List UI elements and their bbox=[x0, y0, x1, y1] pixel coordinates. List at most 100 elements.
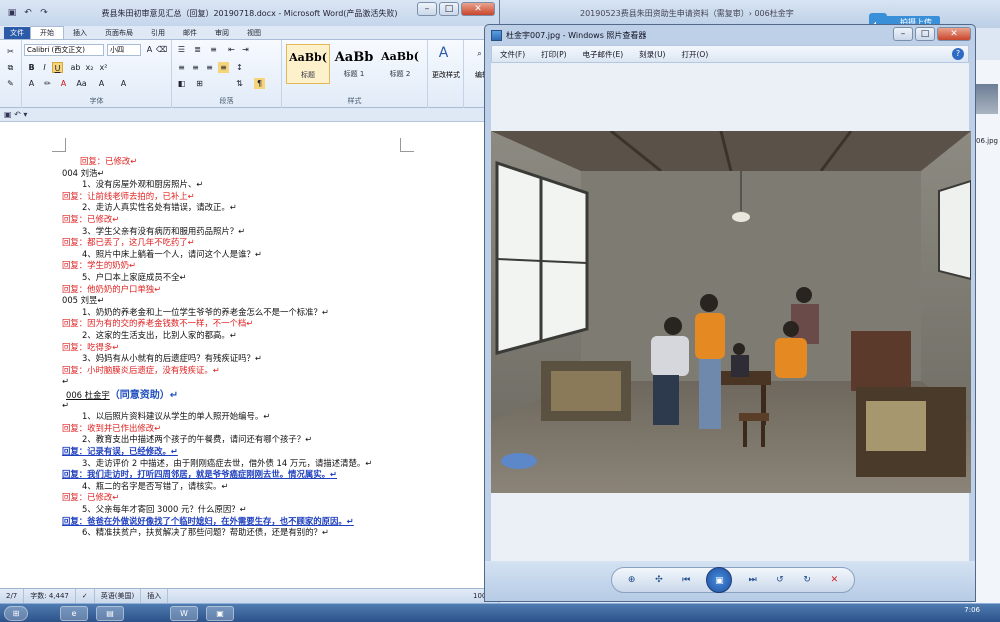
student-name: 006 杜金宇 bbox=[66, 390, 110, 400]
document-line: 1、以后照片资料建议从学生的单人照开始编号。↵ bbox=[82, 411, 271, 422]
style-title[interactable]: AaBb( 标题 bbox=[286, 44, 330, 84]
document-line: 4、照片中床上躺着一个人，请问这个人是谁？↵ bbox=[82, 248, 262, 259]
insert-mode[interactable]: 插入 bbox=[141, 589, 169, 603]
change-styles-icon[interactable]: A bbox=[438, 46, 449, 60]
bold-button[interactable]: B bbox=[26, 62, 37, 73]
viewer-close-button[interactable]: ✕ bbox=[937, 27, 971, 41]
redo-icon[interactable]: ↷ bbox=[38, 7, 50, 19]
font-size-select[interactable]: 小四 bbox=[107, 44, 141, 56]
decrease-indent-icon[interactable]: ⇤ bbox=[226, 44, 237, 55]
justify-icon[interactable]: ≡ bbox=[218, 62, 229, 73]
shading-icon[interactable]: ◧ bbox=[176, 78, 187, 89]
viewer-controls: ⊕ ✣ ⏮ ▣ ⏭ ↺ ↻ ✕ bbox=[485, 561, 975, 601]
tab-mailings[interactable]: 邮件 bbox=[174, 27, 206, 39]
line-spacing-icon[interactable]: ↕ bbox=[234, 62, 245, 73]
taskbar-explorer-icon[interactable]: ▤ bbox=[96, 606, 124, 621]
borders-icon[interactable]: ⊞ bbox=[194, 78, 205, 89]
save-icon[interactable]: ▣ bbox=[6, 7, 18, 19]
menu-email[interactable]: 电子邮件(E) bbox=[575, 49, 632, 60]
photo-viewer-icon bbox=[491, 29, 502, 41]
strikethrough-icon[interactable]: ab bbox=[70, 62, 81, 73]
rotate-ccw-icon[interactable]: ↺ bbox=[773, 573, 787, 587]
menu-file[interactable]: 文件(F) bbox=[492, 49, 533, 60]
font-name-select[interactable]: Calibri (西文正文) bbox=[24, 44, 104, 56]
highlight-icon[interactable]: ✏ bbox=[42, 78, 53, 89]
tab-page-layout[interactable]: 页面布局 bbox=[96, 27, 142, 39]
cut-icon[interactable]: ✂ bbox=[5, 46, 16, 57]
tab-insert[interactable]: 插入 bbox=[64, 27, 96, 39]
sort-icon[interactable]: ⇅ bbox=[234, 78, 245, 89]
taskbar-word-icon[interactable]: W bbox=[170, 606, 198, 621]
italic-button[interactable]: I bbox=[39, 62, 50, 73]
multilevel-list-icon[interactable]: ≡ bbox=[208, 44, 219, 55]
slideshow-icon[interactable]: ▣ bbox=[706, 567, 733, 593]
clear-format-icon[interactable]: ⌫ bbox=[156, 44, 167, 55]
viewer-title: 杜金宇007.jpg - Windows 照片查看器 bbox=[506, 30, 647, 40]
bullets-icon[interactable]: ☰ bbox=[176, 44, 187, 55]
copy-icon[interactable]: ⧉ bbox=[5, 62, 16, 73]
menu-print[interactable]: 打印(P) bbox=[533, 49, 574, 60]
tab-home[interactable]: 开始 bbox=[30, 26, 64, 39]
taskbar-clock[interactable]: 7:06 bbox=[964, 606, 980, 614]
help-icon[interactable]: ? bbox=[952, 48, 964, 60]
change-styles-label[interactable]: 更改样式 bbox=[428, 70, 464, 80]
tab-file[interactable]: 文件 bbox=[4, 27, 30, 39]
prev-icon[interactable]: ⏮ bbox=[679, 573, 693, 587]
style-heading-2[interactable]: AaBb( 标题 2 bbox=[378, 44, 422, 84]
change-case-icon[interactable]: Aa bbox=[76, 78, 87, 89]
increase-indent-icon[interactable]: ⇥ bbox=[240, 44, 251, 55]
tab-review[interactable]: 审阅 bbox=[206, 27, 238, 39]
document-page[interactable]: 回复：已修改↵ 004 刘浩↵ 1、没有房屋外观和厨房照片、↵ 回复：让前线老师去拍的… bbox=[0, 122, 500, 588]
document-line: 回复：已修改↵ bbox=[80, 156, 138, 166]
font-color-icon[interactable]: A bbox=[58, 78, 69, 89]
file-thumbnail[interactable] bbox=[974, 84, 998, 114]
numbering-icon[interactable]: ≣ bbox=[192, 44, 203, 55]
next-icon[interactable]: ⏭ bbox=[746, 573, 760, 587]
align-center-icon[interactable]: ≡ bbox=[190, 62, 201, 73]
taskbar-photo-icon[interactable]: ▣ bbox=[206, 606, 234, 621]
document-line: 回复：记录有误，已经修改。↵ bbox=[62, 446, 178, 456]
format-painter-icon[interactable]: ✎ bbox=[5, 78, 16, 89]
taskbar-ie-icon[interactable]: e bbox=[60, 606, 88, 621]
dropdown-icon[interactable]: ▾ bbox=[23, 110, 27, 119]
underline-button[interactable]: U bbox=[52, 62, 63, 73]
style-heading-1[interactable]: AaBb 标题 1 bbox=[332, 44, 376, 84]
maximize-button[interactable]: □ bbox=[439, 2, 459, 16]
grow-font-icon[interactable]: A bbox=[144, 44, 155, 55]
minimize-button[interactable]: – bbox=[417, 2, 437, 16]
document-line: ↵ bbox=[62, 376, 70, 387]
viewer-maximize-button[interactable]: □ bbox=[915, 27, 935, 41]
align-left-icon[interactable]: ≡ bbox=[176, 62, 187, 73]
clipboard-group: ✂ ⧉ ✎ bbox=[0, 40, 22, 108]
save-icon-small[interactable]: ▣ bbox=[4, 110, 12, 119]
document-line: 回复：爸爸在外做说好像找了个临时媳妇，在外需要生存，也不顾家的原因。↵ bbox=[62, 515, 354, 526]
char-border-icon[interactable]: A bbox=[118, 78, 129, 89]
document-line: 3、妈妈有从小就有的后遗症吗？有残疾证吗？↵ bbox=[82, 353, 262, 364]
page-indicator[interactable]: 2/7 bbox=[0, 589, 25, 603]
font-group: Calibri (西文正文) 小四 A ⌫ B I U ab x₂ x² A ✏… bbox=[22, 40, 172, 108]
tab-references[interactable]: 引用 bbox=[142, 27, 174, 39]
undo-icon[interactable]: ↶ bbox=[22, 7, 34, 19]
word-window-title: 费县朱田初审意见汇总（回复）20190718.docx - Microsoft … bbox=[101, 8, 398, 18]
proofing-icon[interactable]: ✓ bbox=[76, 589, 95, 603]
close-button[interactable]: ✕ bbox=[461, 2, 495, 16]
viewer-minimize-button[interactable]: – bbox=[893, 27, 913, 41]
tab-view[interactable]: 视图 bbox=[238, 27, 270, 39]
fit-icon[interactable]: ✣ bbox=[652, 573, 666, 587]
menu-open[interactable]: 打开(O) bbox=[673, 49, 716, 60]
menu-burn[interactable]: 刻录(U) bbox=[631, 49, 673, 60]
subscript-icon[interactable]: x₂ bbox=[84, 62, 95, 73]
start-button[interactable]: ⊞ bbox=[4, 606, 28, 621]
text-effects-icon[interactable]: A bbox=[26, 78, 37, 89]
delete-icon[interactable]: ✕ bbox=[827, 573, 841, 587]
superscript-icon[interactable]: x² bbox=[98, 62, 109, 73]
show-marks-icon[interactable]: ¶ bbox=[254, 78, 265, 89]
align-right-icon[interactable]: ≡ bbox=[204, 62, 215, 73]
word-count[interactable]: 字数: 4,447 bbox=[24, 589, 76, 603]
language-indicator[interactable]: 英语(美国) bbox=[95, 589, 142, 603]
shrink-font-icon[interactable]: A bbox=[96, 78, 107, 89]
quick-access-toolbar: ▣ ↶ ↷ bbox=[0, 7, 50, 19]
rotate-cw-icon[interactable]: ↻ bbox=[800, 573, 814, 587]
zoom-icon[interactable]: ⊕ bbox=[625, 573, 639, 587]
undo-icon-small[interactable]: ↶ bbox=[14, 110, 23, 119]
